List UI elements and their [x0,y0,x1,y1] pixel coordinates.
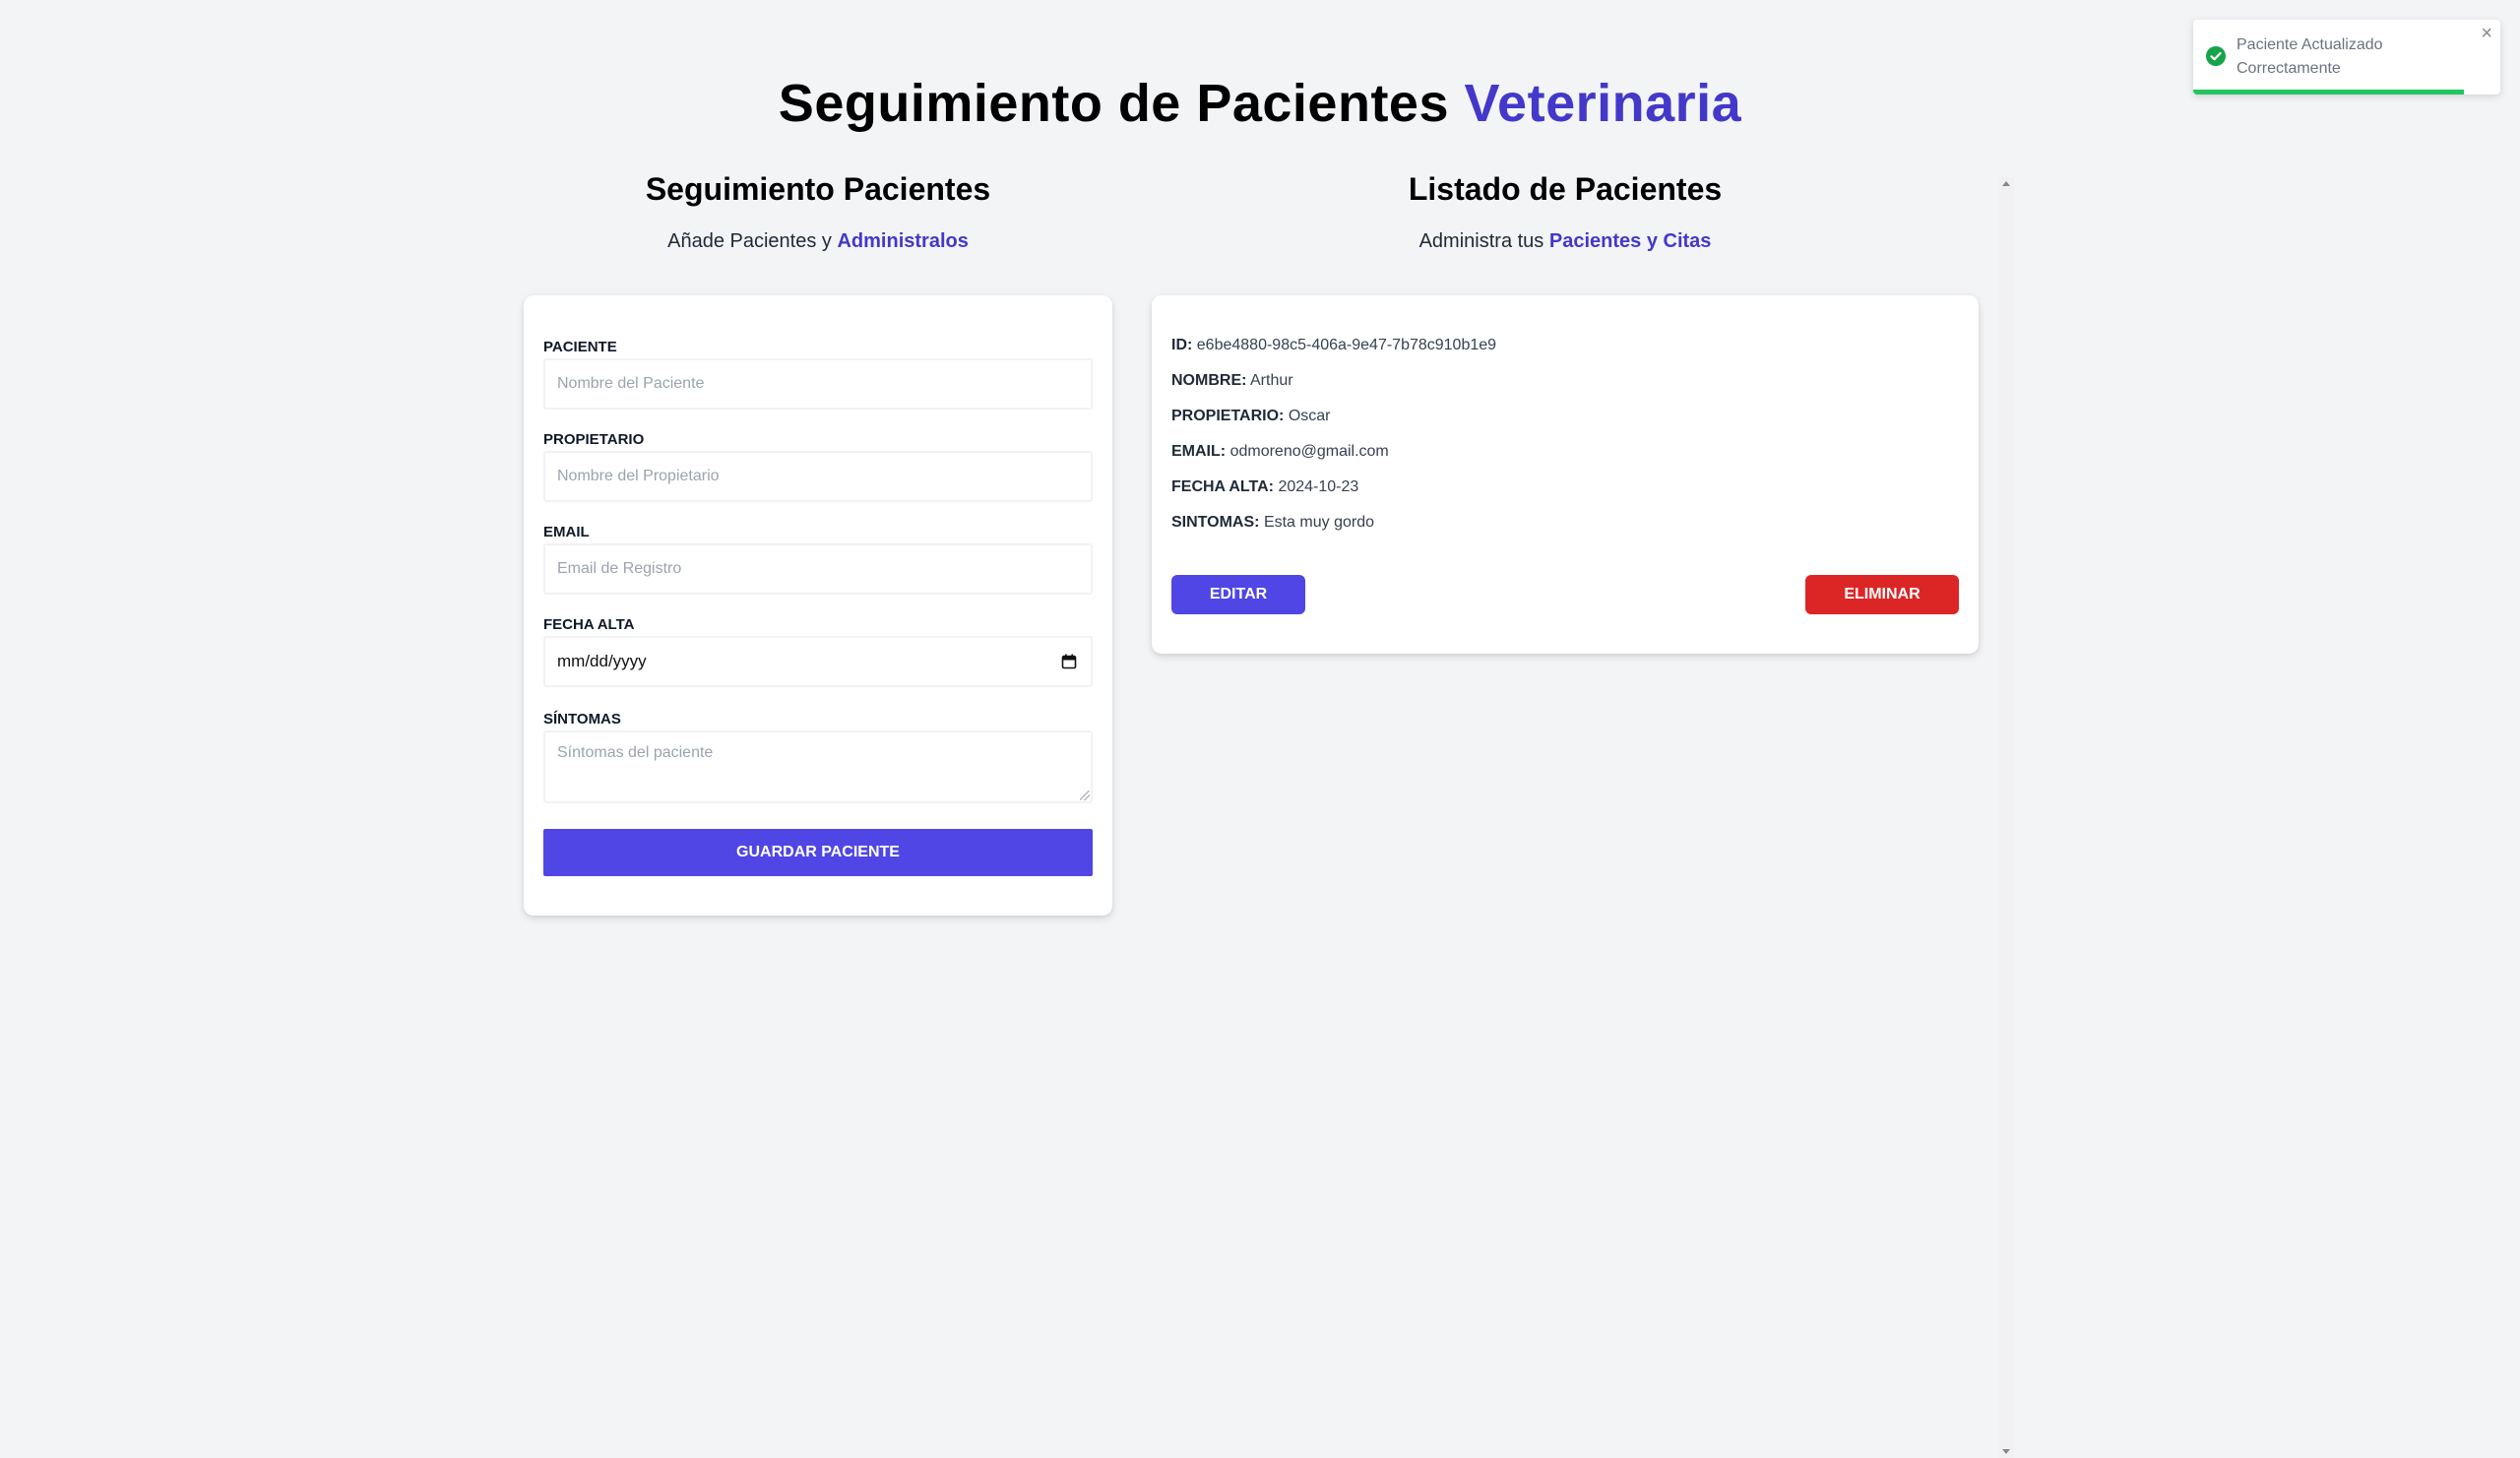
propietario-input[interactable] [543,451,1093,502]
email-label: EMAIL [543,524,590,540]
patient-nombre-row: NOMBRE: Arthur [1171,372,1293,390]
form-subtitle-accent: Administralos [837,230,969,252]
patient-fecha-label: FECHA ALTA: [1171,478,1274,495]
propietario-label: PROPIETARIO [543,431,645,448]
patient-sintomas-value: Esta muy gordo [1263,514,1374,531]
save-patient-button[interactable]: GUARDAR PACIENTE [543,829,1093,876]
form-subtitle-prefix: Añade Pacientes y [667,230,832,252]
patient-nombre-value: Arthur [1250,372,1293,389]
list-subtitle-prefix: Administra tus [1418,230,1544,252]
patient-propietario-row: PROPIETARIO: Oscar [1171,408,1331,425]
email-input[interactable] [543,543,1093,595]
patient-email-label: EMAIL: [1171,443,1227,460]
patient-fecha-row: FECHA ALTA: 2024-10-23 [1171,478,1358,496]
patient-fecha-value: 2024-10-23 [1278,478,1359,495]
sintomas-textarea[interactable] [543,730,1093,803]
list-subtitle-accent: Pacientes y Citas [1548,230,1712,252]
patient-propietario-label: PROPIETARIO: [1171,408,1285,424]
form-section-subtitle: Añade Pacientes y Administralos [524,230,1112,253]
fecha-alta-label: FECHA ALTA [543,616,635,633]
patient-card: ID: e6be4880-98c5-406a-9e47-7b78c910b1e9… [1152,295,1979,654]
patient-sintomas-label: SINTOMAS: [1171,514,1260,531]
sintomas-wrapper [543,730,1093,803]
page-title-accent: Veterinaria [1464,74,1742,133]
list-section-heading: Listado de Pacientes [1408,171,1723,207]
patient-sintomas-row: SINTOMAS: Esta muy gordo [1171,514,1374,532]
edit-button[interactable]: EDITAR [1171,575,1305,614]
page-title: Seguimiento de Pacientes Veterinaria [0,73,2520,134]
check-circle-icon [2206,46,2226,66]
paciente-input[interactable] [543,358,1093,410]
page-title-main: Seguimiento de Pacientes [778,74,1449,133]
fecha-alta-input[interactable]: mm/dd/yyyy [543,636,1093,687]
delete-button[interactable]: ELIMINAR [1805,575,1959,614]
sintomas-label: SÍNTOMAS [543,711,621,728]
patient-nombre-label: NOMBRE: [1171,372,1247,389]
patient-email-row: EMAIL: odmoreno@gmail.com [1171,443,1389,461]
form-section-heading: Seguimiento Pacientes [645,171,991,207]
scroll-up-icon[interactable] [2002,181,2010,186]
patient-propietario-value: Oscar [1288,408,1331,424]
toast-message: Paciente Actualizado Correctamente [2236,36,2383,77]
close-icon[interactable]: × [2481,24,2492,43]
toast-progress-bar [2193,90,2464,95]
scroll-down-icon[interactable] [2002,1449,2010,1454]
resize-grip-icon[interactable] [1080,791,1090,800]
patient-id-row: ID: e6be4880-98c5-406a-9e47-7b78c910b1e9 [1171,337,1496,354]
paciente-label: PACIENTE [543,339,617,355]
patient-form: PACIENTE PROPIETARIO EMAIL FECHA ALTA mm… [524,295,1112,916]
toast-notification: Paciente Actualizado Correctamente × [2193,20,2500,95]
list-section-subtitle: Administra tus Pacientes y Citas [1152,230,1979,253]
fecha-alta-value: mm/dd/yyyy [557,652,647,670]
patient-id-label: ID: [1171,337,1193,353]
patient-id-value: e6be4880-98c5-406a-9e47-7b78c910b1e9 [1196,337,1497,353]
calendar-icon[interactable] [1061,654,1077,669]
list-scrollbar[interactable] [1998,177,2014,1458]
patient-email-value: odmoreno@gmail.com [1229,443,1389,460]
